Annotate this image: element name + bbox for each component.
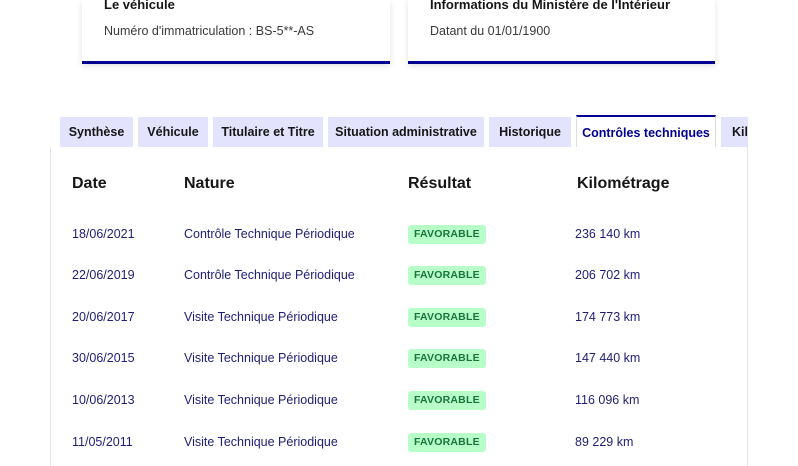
column-header-result: Résultat — [408, 175, 472, 192]
result-badge: FAVORABLE — [408, 391, 486, 410]
tab-vehicule[interactable]: Véhicule — [138, 117, 208, 147]
row-mileage: 89 229 km — [575, 435, 634, 449]
row-date: 22/06/2019 — [72, 268, 135, 282]
row-nature: Visite Technique Périodique — [184, 351, 338, 365]
table-row: 10/06/2013 Visite Technique Périodique F… — [51, 389, 747, 413]
tab-kilometrage[interactable]: Kilométrage — [721, 117, 748, 147]
row-date: 10/06/2013 — [72, 393, 135, 407]
result-badge: FAVORABLE — [408, 266, 486, 285]
tab-synthese[interactable]: Synthèse — [60, 117, 133, 147]
row-mileage: 206 702 km — [575, 268, 641, 282]
tab-bar: Synthèse Véhicule Titulaire et Titre Sit… — [60, 115, 748, 147]
row-date: 20/06/2017 — [72, 310, 135, 324]
result-badge: FAVORABLE — [408, 433, 486, 452]
row-mileage: 116 096 km — [575, 393, 640, 407]
result-badge: FAVORABLE — [408, 349, 486, 368]
row-nature: Contrôle Technique Périodique — [184, 268, 355, 282]
tab-situation-administrative[interactable]: Situation administrative — [328, 117, 484, 147]
technical-inspections-panel: Date Nature Résultat Kilométrage 18/06/2… — [50, 147, 748, 466]
column-header-nature: Nature — [184, 175, 235, 192]
row-mileage: 236 140 km — [575, 227, 641, 241]
vehicle-card: Le véhicule Numéro d'immatriculation : B… — [82, 0, 390, 64]
registration-number: Numéro d'immatriculation : BS-5**-AS — [104, 24, 315, 38]
column-header-date: Date — [72, 175, 107, 192]
row-mileage: 174 773 km — [575, 310, 641, 324]
result-badge: FAVORABLE — [408, 308, 486, 327]
table-row: 22/06/2019 Contrôle Technique Périodique… — [51, 264, 747, 288]
row-nature: Contrôle Technique Périodique — [184, 227, 355, 241]
ministry-card-title: Informations du Ministère de l'Intérieur — [430, 0, 671, 12]
row-nature: Visite Technique Périodique — [184, 310, 338, 324]
tab-titulaire-et-titre[interactable]: Titulaire et Titre — [213, 117, 323, 147]
tab-historique[interactable]: Historique — [489, 117, 571, 147]
page: Le véhicule Numéro d'immatriculation : B… — [0, 0, 798, 466]
row-nature: Visite Technique Périodique — [184, 393, 338, 407]
row-date: 30/06/2015 — [72, 351, 135, 365]
tab-controles-techniques[interactable]: Contrôles techniques — [576, 115, 716, 147]
row-date: 18/06/2021 — [72, 227, 135, 241]
row-mileage: 147 440 km — [575, 351, 641, 365]
ministry-card: Informations du Ministère de l'Intérieur… — [408, 0, 715, 64]
vehicle-card-title: Le véhicule — [104, 0, 175, 12]
table-row: 11/05/2011 Visite Technique Périodique F… — [51, 431, 747, 455]
table-row: 18/06/2021 Contrôle Technique Périodique… — [51, 223, 747, 247]
column-header-mileage: Kilométrage — [577, 175, 670, 192]
row-nature: Visite Technique Périodique — [184, 435, 338, 449]
table-row: 20/06/2017 Visite Technique Périodique F… — [51, 306, 747, 330]
row-date: 11/05/2011 — [72, 435, 133, 449]
table-row: 30/06/2015 Visite Technique Périodique F… — [51, 347, 747, 371]
ministry-date: Datant du 01/01/1900 — [430, 24, 551, 38]
result-badge: FAVORABLE — [408, 225, 486, 244]
